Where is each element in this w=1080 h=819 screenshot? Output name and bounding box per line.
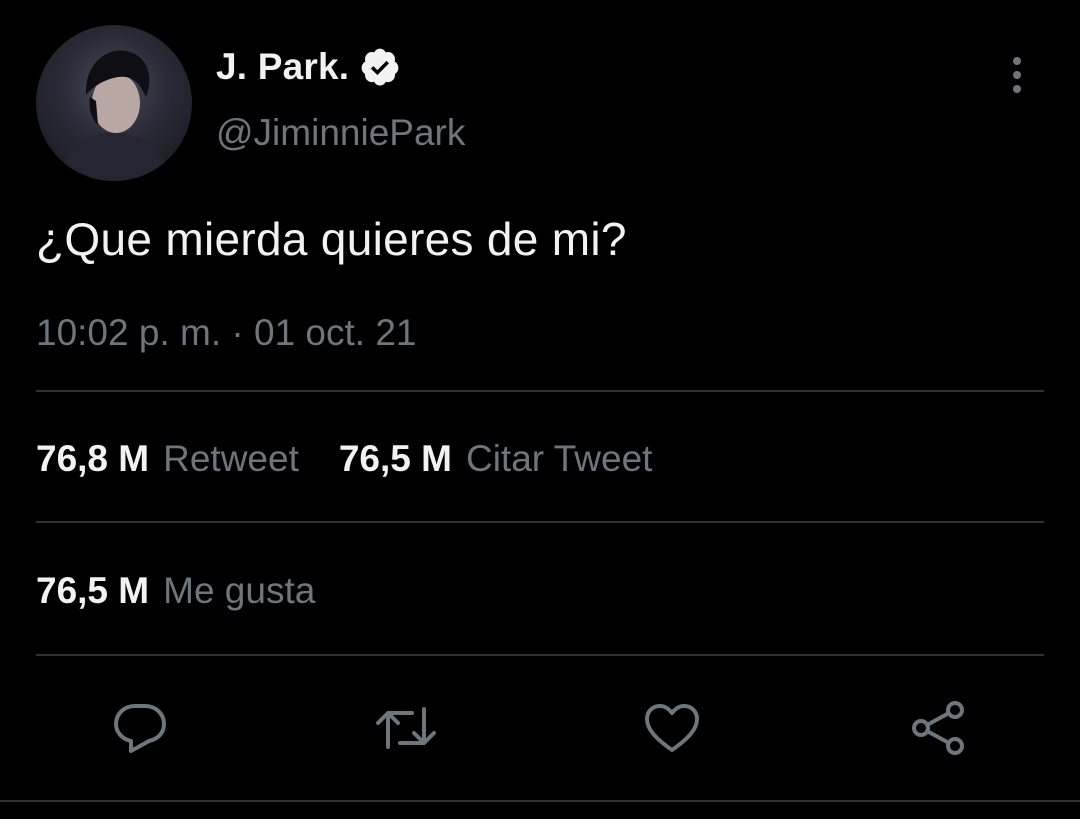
likes-stat[interactable]: 76,5 M Me gusta [36,570,315,612]
likes-label: Me gusta [163,570,316,611]
quote-count: 76,5 M [338,438,452,479]
divider [36,390,1044,392]
more-options-icon[interactable] [1000,55,1034,95]
display-name[interactable]: J. Park. [216,46,349,88]
divider [36,521,1044,523]
quote-label: Citar Tweet [465,438,653,479]
retweet-count: 76,8 M [36,438,150,479]
likes-count: 76,5 M [36,570,150,611]
tweet-timestamp[interactable]: 10:02 p. m. · 01 oct. 21 [36,312,417,354]
verified-badge-icon [359,46,401,88]
quote-tweet-stat[interactable]: 76,5 M Citar Tweet [339,438,653,480]
stats-row-likes: 76,5 M Me gusta [36,570,315,612]
heart-icon [645,704,699,752]
action-bar [0,696,1080,760]
avatar-image [56,50,172,181]
stats-row-shares: 76,8 M Retweet 76,5 M Citar Tweet [36,438,652,480]
retweet-label: Retweet [163,438,299,479]
author-name-row[interactable]: J. Park. [216,46,401,88]
share-icon [912,701,964,755]
author-handle[interactable]: @JiminniePark [216,112,465,154]
like-button[interactable] [640,696,704,760]
tweet-detail: J. Park. @JiminniePark ¿Que mierda quier… [0,0,1080,819]
retweet-stat[interactable]: 76,8 M Retweet [36,438,299,480]
tweet-text: ¿Que mierda quieres de mi? [36,213,627,265]
retweet-button[interactable] [374,696,438,760]
avatar[interactable] [36,25,192,181]
share-button[interactable] [906,696,970,760]
reply-button[interactable] [108,696,172,760]
bottom-divider [0,800,1080,802]
retweet-icon [376,707,436,749]
divider [36,654,1044,656]
reply-icon [114,704,166,753]
